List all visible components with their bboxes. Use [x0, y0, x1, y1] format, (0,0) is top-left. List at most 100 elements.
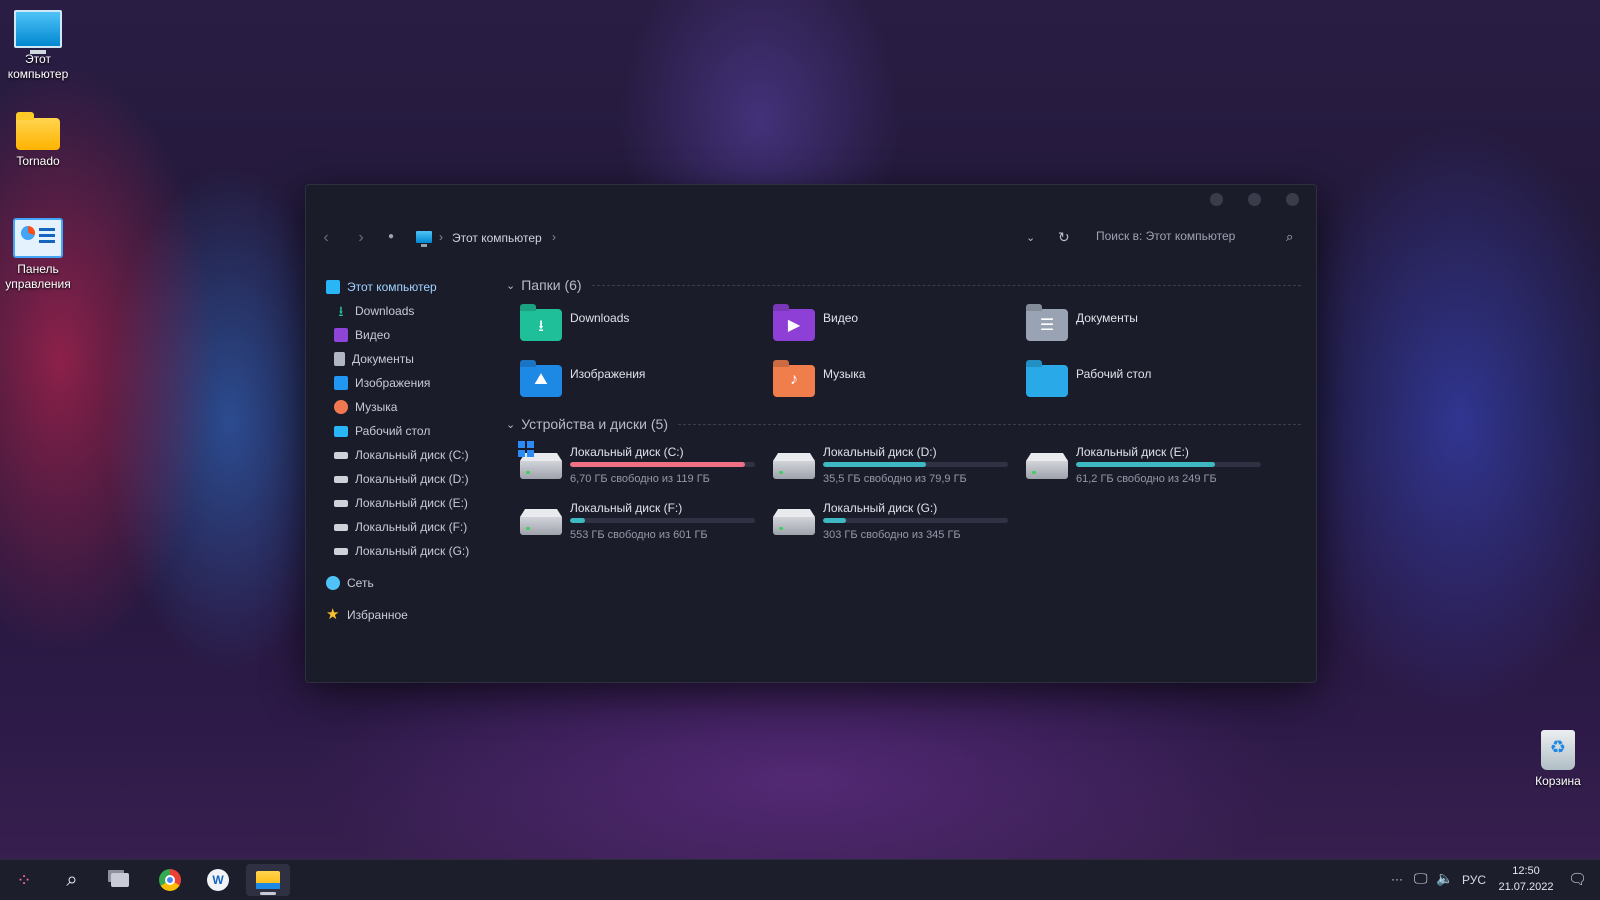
notifications-icon[interactable]: 🗨: [1568, 870, 1587, 888]
folder-tile-pictures[interactable]: ⛰ Изображения: [520, 363, 645, 397]
volume-icon[interactable]: 🔈: [1436, 870, 1453, 887]
desktop-icon-label: Tornado: [16, 154, 60, 168]
drive-icon: [520, 459, 562, 479]
usage-bar: [570, 518, 755, 523]
task-view-icon: [111, 873, 129, 887]
drive-icon: [334, 547, 348, 555]
back-arrow-icon[interactable]: ‹: [316, 229, 336, 247]
drive-tile-f[interactable]: Локальный диск (F:) 553 ГБ свободно из 6…: [520, 501, 760, 547]
usage-bar-fill: [823, 462, 926, 467]
folder-tile-desktop[interactable]: Рабочий стол: [1026, 363, 1151, 397]
close-button[interactable]: [1286, 193, 1299, 206]
drives-section-header[interactable]: ⌄ Устройства и диски (5): [506, 416, 1301, 432]
pictures-folder-icon: ⛰: [520, 365, 562, 397]
drive-icon: [334, 475, 348, 483]
downloads-folder-icon: ⭳: [520, 309, 562, 341]
control-panel-icon: [13, 218, 63, 258]
breadcrumb-separator: ›: [439, 230, 443, 244]
drive-icon: [334, 499, 348, 507]
drive-tile-d[interactable]: Локальный диск (D:) 35,5 ГБ свободно из …: [773, 445, 1013, 491]
usage-bar: [1076, 462, 1261, 467]
drive-tile-g[interactable]: Локальный диск (G:) 303 ГБ свободно из 3…: [773, 501, 1013, 547]
drive-icon: [773, 515, 815, 535]
folder-tile-music[interactable]: ♪ Музыка: [773, 363, 865, 397]
sidebar-item-downloads[interactable]: ⭳ Downloads: [334, 301, 415, 321]
chevron-down-icon: ⌄: [506, 279, 516, 292]
sidebar-item-this-pc[interactable]: Этот компьютер: [326, 277, 437, 297]
drive-icon: [520, 515, 562, 535]
file-explorer-icon: [256, 871, 280, 889]
monitor-icon: [416, 231, 432, 247]
desktop-icon-tornado[interactable]: Tornado: [0, 112, 76, 169]
usage-bar-fill: [1076, 462, 1216, 467]
sidebar-item-drive-e[interactable]: Локальный диск (E:): [334, 493, 468, 513]
sidebar-item-favorites[interactable]: ★ Избранное: [326, 605, 408, 625]
chrome-button[interactable]: [148, 864, 192, 896]
drive-tile-e[interactable]: Локальный диск (E:) 61,2 ГБ свободно из …: [1026, 445, 1266, 491]
desktop-icon-recycle-bin[interactable]: Корзина: [1520, 730, 1596, 789]
taskbar: ⁘ ⌕ W ··· 🖵 🔈 РУС 12:50 21.07.2022 🗨: [0, 859, 1600, 900]
divider: [678, 423, 1301, 425]
sidebar-item-drive-c[interactable]: Локальный диск (C:): [334, 445, 469, 465]
minimize-button[interactable]: [1210, 193, 1223, 206]
usage-bar-fill: [570, 518, 585, 523]
search-button[interactable]: ⌕: [50, 864, 94, 896]
file-explorer-button[interactable]: [246, 864, 290, 896]
music-folder-icon: ♪: [773, 365, 815, 397]
drive-tile-c[interactable]: Локальный диск (C:) 6,70 ГБ свободно из …: [518, 441, 760, 491]
start-icon: ⁘: [16, 869, 32, 890]
search-input[interactable]: Поиск в: Этот компьютер: [1096, 229, 1235, 243]
sidebar-item-drive-d[interactable]: Локальный диск (D:): [334, 469, 469, 489]
drive-icon: [334, 523, 348, 531]
breadcrumb-this-pc[interactable]: Этот компьютер: [452, 231, 542, 245]
chevron-down-icon[interactable]: ⌄: [1026, 231, 1035, 244]
desktop-icon-label: Панель управления: [5, 262, 71, 291]
desktop-icon: [334, 425, 348, 437]
music-icon: [334, 400, 348, 414]
documents-folder-icon: ☰: [1026, 309, 1068, 341]
sidebar-item-network[interactable]: Сеть: [326, 573, 374, 593]
usage-bar: [570, 462, 755, 467]
sidebar-item-video[interactable]: Видео: [334, 325, 390, 345]
desktop-icon-control-panel[interactable]: Панель управления: [0, 218, 76, 292]
sidebar-item-music[interactable]: Музыка: [334, 397, 397, 417]
maximize-button[interactable]: [1248, 193, 1261, 206]
chevron-down-icon: ⌄: [506, 418, 516, 431]
download-icon: ⭳: [338, 303, 344, 319]
monitor-icon: [326, 280, 340, 294]
network-icon[interactable]: 🖵: [1414, 870, 1428, 887]
start-button[interactable]: ⁘: [2, 864, 46, 896]
folder-tile-downloads[interactable]: ⭳ Downloads: [520, 307, 629, 341]
network-icon: [326, 576, 340, 590]
folders-section-header[interactable]: ⌄ Папки (6): [506, 277, 1301, 293]
breadcrumb-separator: ›: [552, 230, 556, 244]
address-toolbar: ‹ › ● › Этот компьютер › ⌄ ↻ Поиск в: Эт…: [306, 225, 1316, 255]
sidebar-item-documents[interactable]: Документы: [334, 349, 414, 369]
video-icon: [334, 328, 348, 342]
desktop-icon-label: Этот компьютер: [7, 52, 69, 81]
sidebar-item-drive-f[interactable]: Локальный диск (F:): [334, 517, 467, 537]
drive-icon: [773, 459, 815, 479]
desktop-icon-label: Корзина: [1535, 774, 1581, 788]
usage-bar-fill: [570, 462, 745, 467]
usage-bar: [823, 462, 1008, 467]
folder-tile-documents[interactable]: ☰ Документы: [1026, 307, 1138, 341]
sidebar-item-desktop[interactable]: Рабочий стол: [334, 421, 430, 441]
tray-overflow[interactable]: ···: [1391, 872, 1403, 886]
refresh-icon[interactable]: ↻: [1058, 229, 1070, 246]
forward-arrow-icon[interactable]: ›: [351, 229, 371, 247]
file-explorer-window: ‹ › ● › Этот компьютер › ⌄ ↻ Поиск в: Эт…: [305, 184, 1317, 683]
task-view-button[interactable]: [98, 864, 142, 896]
picture-icon: [334, 376, 348, 390]
clock-date: 21.07.2022: [1498, 881, 1554, 893]
dot-icon[interactable]: ●: [381, 231, 401, 242]
usage-bar: [823, 518, 1008, 523]
app-button[interactable]: W: [196, 864, 240, 896]
folder-tile-video[interactable]: ▶ Видео: [773, 307, 858, 341]
magnifier-icon[interactable]: ⌕: [1286, 229, 1293, 245]
sidebar-item-drive-g[interactable]: Локальный диск (G:): [334, 541, 469, 561]
language-indicator[interactable]: РУС: [1462, 873, 1486, 887]
sidebar-item-pictures[interactable]: Изображения: [334, 373, 430, 393]
desktop-icon-this-pc[interactable]: Этот компьютер: [0, 10, 76, 82]
clock[interactable]: 12:50 21.07.2022: [1494, 863, 1558, 895]
